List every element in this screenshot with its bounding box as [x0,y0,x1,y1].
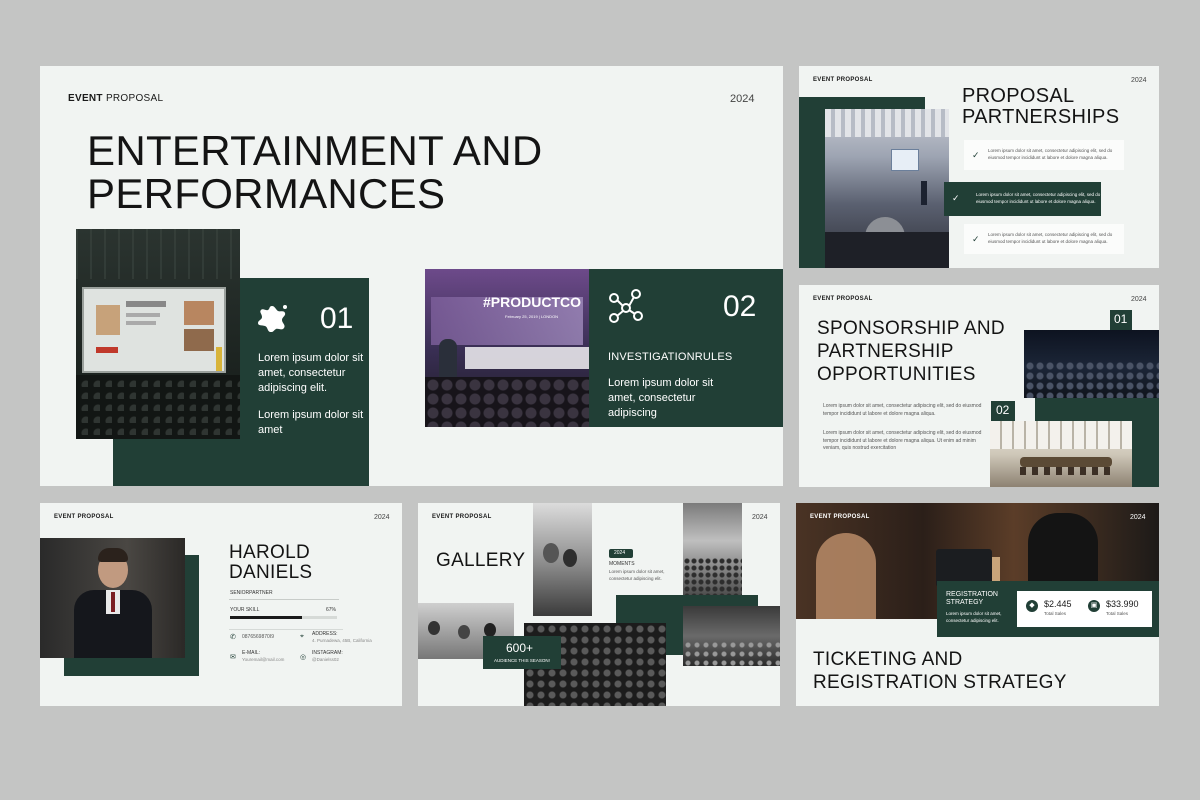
audience-stat-value: 600+ [506,641,534,655]
splash-icon [258,304,288,333]
stat-1-label: Total Sales [1044,611,1067,616]
brand-label: EVENT PROPOSAL [813,77,873,83]
instagram-icon: ◎ [300,654,307,661]
partnership-item: ✓ Lorem ipsum dolor sit amet, consectetu… [964,224,1124,254]
year-label: 2024 [1131,296,1147,303]
skill-bar-fill [230,616,302,619]
mail-icon: ✉ [230,654,236,661]
slide-title: TICKETING AND REGISTRATION STRATEGY [813,649,1067,693]
phone-value: 0876569870I9 [242,634,274,640]
card-01-text: Lorem ipsum dolor sit amet, consectetur … [258,352,364,395]
check-icon: ✓ [952,193,960,203]
slide-ticketing[interactable]: EVENT PROPOSAL 2024 REGISTRATION STRATEG… [796,503,1159,706]
sponsorship-paragraph-2: Lorem ipsum dolor sit amet, consectetur … [823,430,982,451]
partnership-item-active: ✓ Lorem ipsum dolor sit amet, consectetu… [944,182,1101,216]
divider [229,629,343,630]
year-label: 2024 [1130,514,1146,521]
brand-label: EVENT PROPOSAL [432,514,492,520]
number-02: 02 [996,403,1010,417]
divider [229,599,339,600]
moments-label: MOMENTS [609,561,635,567]
gallery-photo-1 [533,503,592,616]
slide-title: PROPOSAL PARTNERSHIPS [962,85,1120,128]
brand-label: EVENT PROPOSAL [813,296,873,302]
slide-title: SPONSORSHIP AND PARTNERSHIP OPPORTUNITIE… [817,318,1005,386]
skill-percent: 67% [326,607,337,613]
conference-hall-photo [825,109,949,268]
stat-1-value: $2.445 [1044,599,1072,609]
instagram-value: @Danielss02 [312,657,339,662]
slide-title: ENTERTAINMENT AND PERFORMANCES [87,127,543,217]
gallery-photo-2 [683,503,742,597]
year-badge-text: 2024 [614,550,626,556]
brand-label: EVENT PROPOSAL [54,514,114,520]
slide-sponsorship[interactable]: EVENT PROPOSAL 2024 SPONSORSHIP AND PART… [799,285,1159,487]
location-icon: ⌖ [300,633,304,640]
number-01: 01 [1114,312,1128,326]
portrait-photo [40,538,185,658]
phone-icon: ✆ [230,634,236,641]
boardroom-photo [990,421,1132,487]
card-01-text-2: Lorem ipsum dolor sit amet [258,409,364,437]
check-icon: ✓ [972,150,980,160]
sponsorship-paragraph-1: Lorem ipsum dolor sit amet, consectetur … [823,403,982,417]
screen-title: #PRODUCTCO [483,294,582,310]
stat-2-label: Total Sales [1106,611,1129,616]
slide-gallery[interactable]: EVENT PROPOSAL 2024 GALLERY 2024 MOMENTS… [418,503,780,706]
network-icon [606,288,646,324]
check-icon: ✓ [972,234,980,244]
year-label: 2024 [752,514,768,521]
panel-title: REGISTRATION STRATEGY [946,591,998,607]
card-02-text: Lorem ipsum dolor sit amet, consectetur … [608,377,714,420]
sales-stats-card [1017,591,1152,627]
profile-role: SENIORPARTNER [230,590,273,596]
email-value: Youremail@mail.com [242,657,285,662]
tag-icon: ◆ [1026,600,1038,612]
card-02-number: 02 [723,290,757,323]
screen-date: February 25, 2019 | LONDON [505,314,559,319]
slide-profile[interactable]: EVENT PROPOSAL 2024 HAROLD DANIELS SENIO… [40,503,402,706]
year-label: 2024 [730,93,755,105]
profile-name: HAROLD DANIELS [229,542,313,583]
address-value: 4. Purnadewa, 45B, California [312,638,372,643]
stage-screen-photo [76,229,240,439]
brand-label: EVENT PROPOSAL [68,93,164,104]
gallery-photo-5 [683,606,780,666]
slide-title: GALLERY [436,550,526,571]
panel-text: Lorem ipsum dolor sit amet, consectetur … [946,611,1002,623]
bag-icon: ▣ [1088,600,1100,612]
partnership-item: ✓ Lorem ipsum dolor sit amet, consectetu… [964,140,1124,170]
slide-entertainment[interactable]: EVENT PROPOSAL 2024 ENTERTAINMENT AND PE… [40,66,783,486]
card-02-heading: INVESTIGATIONRULES [608,351,733,363]
skill-bar-track [230,616,337,619]
slide-proposal-partnerships[interactable]: EVENT PROPOSAL 2024 PROPOSAL PARTNERSHIP… [799,66,1159,268]
stat-2-value: $33.990 [1106,599,1139,609]
moments-text: Lorem ipsum dolor sit amet, consectetur … [609,569,665,581]
product-conference-photo: #PRODUCTCO February 25, 2019 | LONDON [425,269,589,427]
audience-stat-label: AUDIENCE THIS SEASON! [494,658,550,663]
year-label: 2024 [1131,77,1147,84]
brand-label: EVENT PROPOSAL [810,514,870,520]
skill-label: YOUR SKILL [230,607,260,613]
card-01-number: 01 [320,302,354,335]
year-label: 2024 [374,514,390,521]
audience-photo [1024,330,1159,398]
